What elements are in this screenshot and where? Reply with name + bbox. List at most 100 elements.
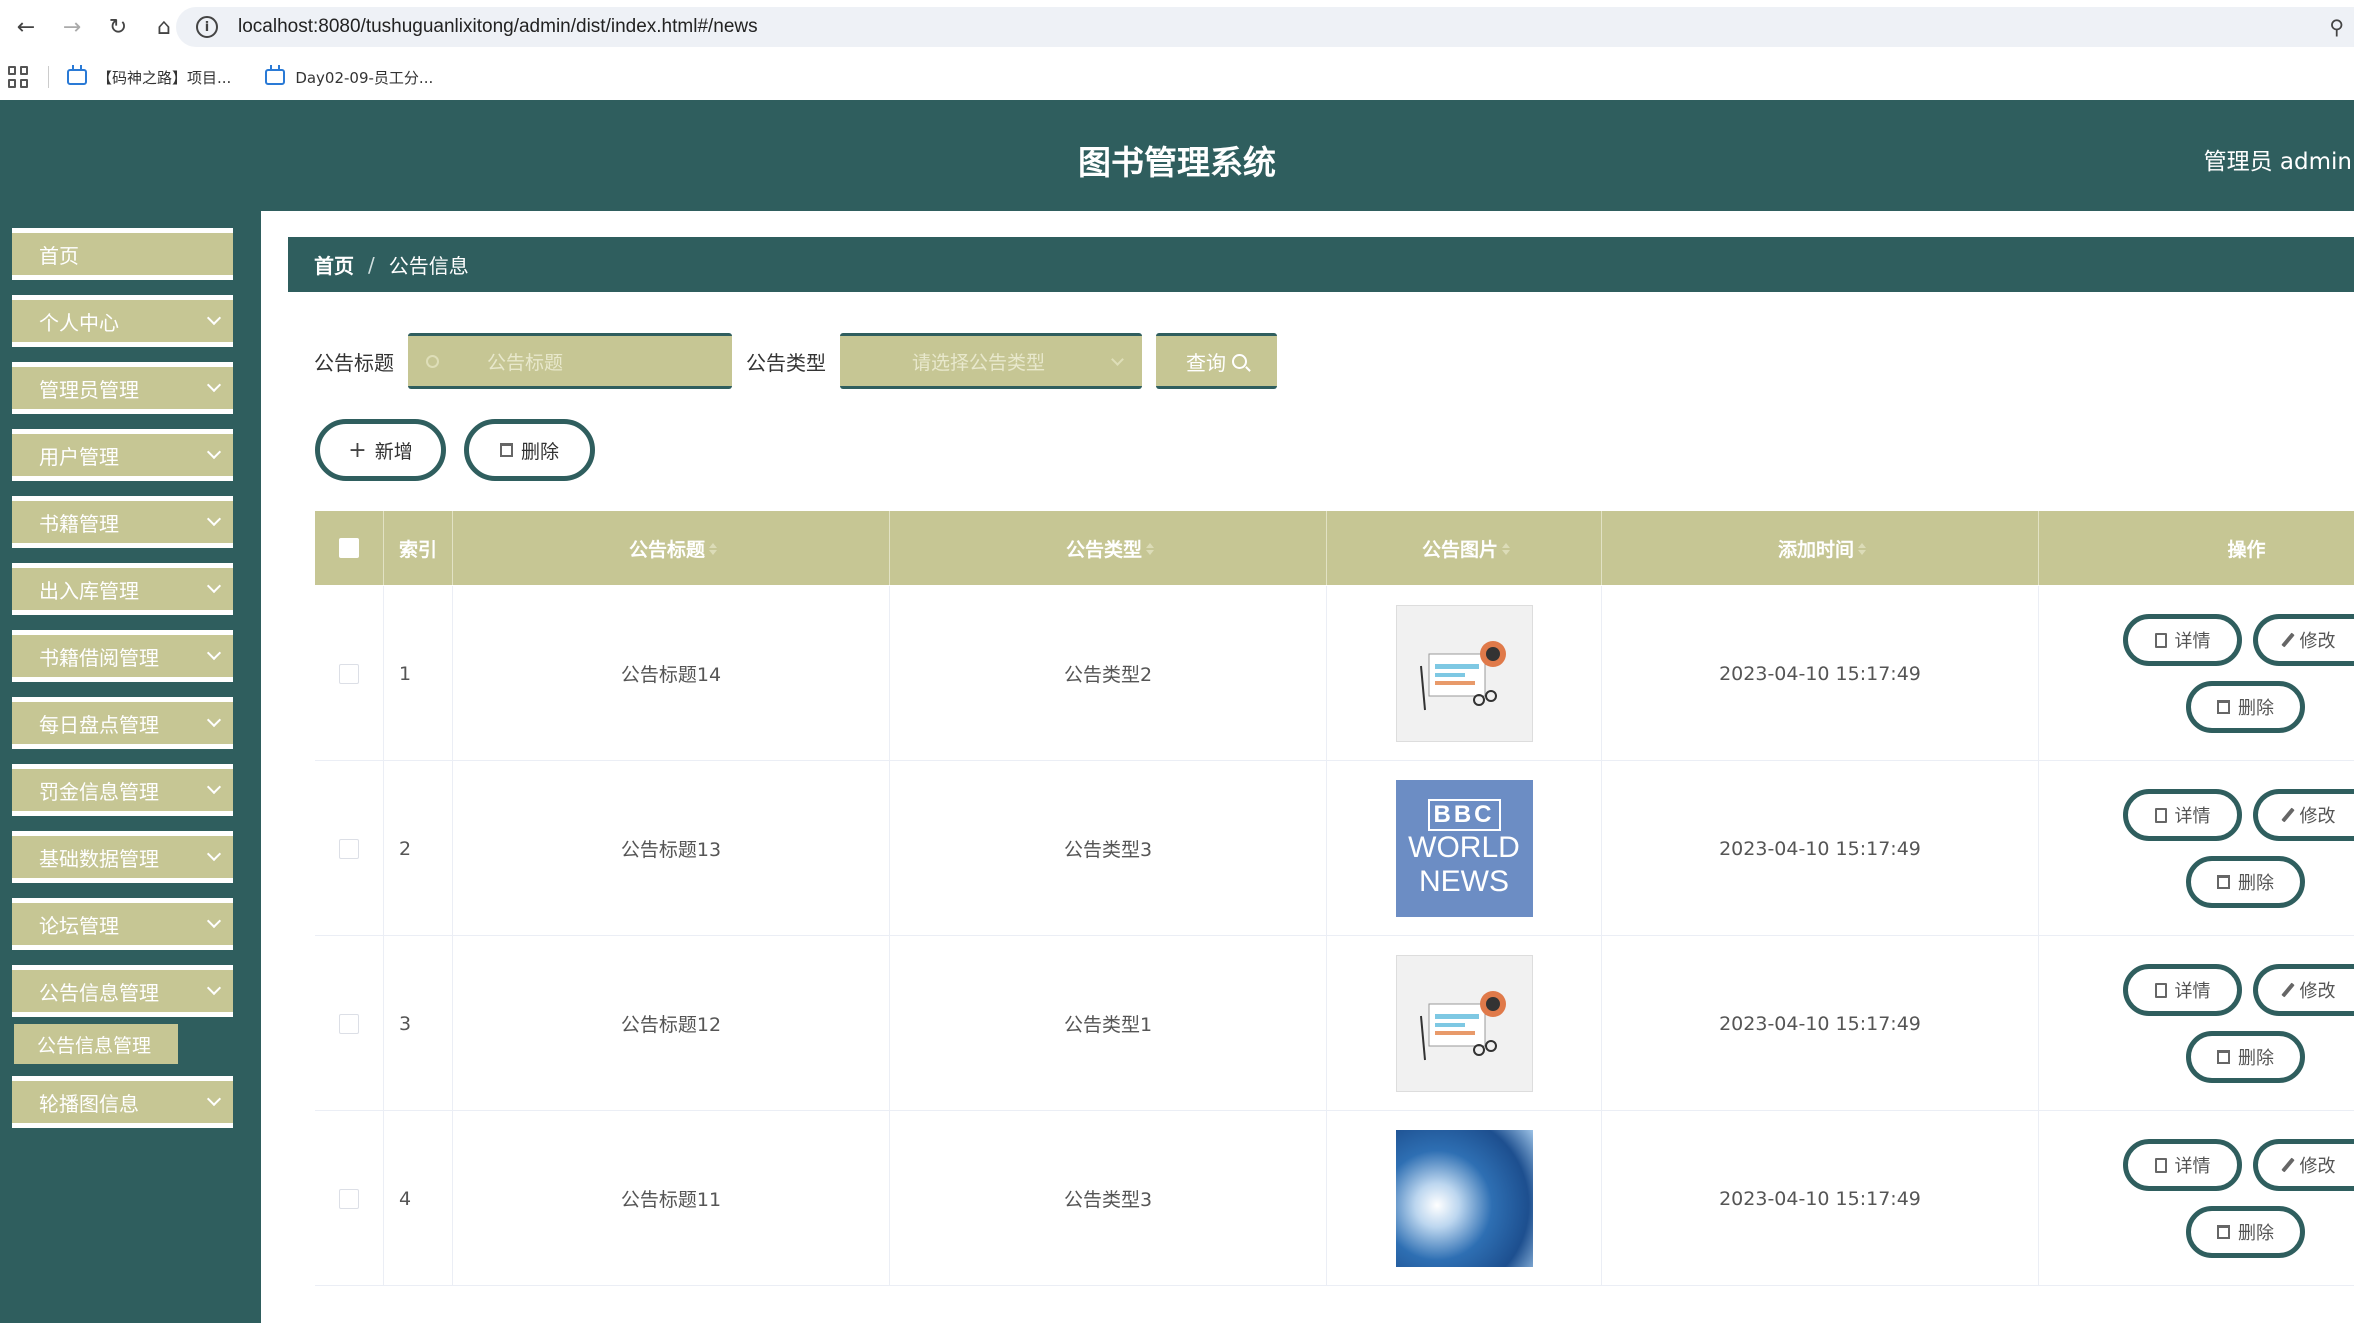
index-value: 2 <box>399 837 412 860</box>
notice-image[interactable]: BBC WORLD NEWS <box>1395 780 1533 917</box>
title-input-placeholder: 公告标题 <box>487 351 564 374</box>
time-cell: 2023-04-10 15:17:49 <box>1602 586 2039 761</box>
app-header: 图书管理系统 管理员 admin <box>0 100 2354 211</box>
detail-button[interactable]: 详情 <box>2123 789 2242 841</box>
chevron-down-icon <box>206 444 222 460</box>
detail-button[interactable]: 详情 <box>2123 1139 2242 1191</box>
query-button[interactable]: 查询 <box>1156 333 1277 389</box>
notice-image[interactable] <box>1395 955 1533 1092</box>
type-cell: 公告类型1 <box>890 936 1327 1111</box>
title-value: 公告标题12 <box>620 1014 722 1036</box>
time-value: 2023-04-10 15:17:49 <box>1719 662 1921 685</box>
sidebar-item-label: 每日盘点管理 <box>39 712 159 737</box>
type-cell: 公告类型3 <box>890 761 1327 936</box>
sidebar-item-borrow-management[interactable]: 书籍借阅管理 <box>12 630 233 682</box>
row-delete-button[interactable]: 删除 <box>2186 856 2305 908</box>
row-checkbox[interactable] <box>339 1013 359 1034</box>
bilibili-icon <box>265 65 286 85</box>
apps-grid-icon[interactable] <box>8 66 30 88</box>
back-icon[interactable]: ← <box>6 7 46 47</box>
notice-image[interactable] <box>1395 605 1533 742</box>
edit-button[interactable]: 修改 <box>2253 1139 2354 1191</box>
add-button[interactable]: + 新增 <box>315 419 446 481</box>
bookmark-item[interactable]: 【码神之路】项目... <box>67 65 231 88</box>
table-header: 索引 公告标题 公告类型 公告图片 添加时间 操作 <box>315 511 2354 585</box>
newspaper-icon <box>1419 991 1506 1061</box>
delete-button-label: 删除 <box>2238 698 2274 719</box>
site-info-icon[interactable]: i <box>196 16 218 38</box>
query-button-label: 查询 <box>1186 350 1226 375</box>
column-header-type[interactable]: 公告类型 <box>890 511 1327 585</box>
row-delete-button[interactable]: 删除 <box>2186 681 2305 733</box>
document-icon <box>2154 982 2167 998</box>
sidebar-item-home[interactable]: 首页 <box>12 228 233 280</box>
row-checkbox[interactable] <box>339 838 359 859</box>
sidebar-item-user-management[interactable]: 用户管理 <box>12 429 233 481</box>
row-checkbox[interactable] <box>339 1188 359 1209</box>
row-checkbox[interactable] <box>339 663 359 684</box>
notice-image[interactable] <box>1395 1130 1533 1267</box>
sidebar-item-forum-management[interactable]: 论坛管理 <box>12 898 233 950</box>
sidebar-item-carousel[interactable]: 轮播图信息 <box>12 1076 233 1128</box>
sidebar-item-admin-management[interactable]: 管理员管理 <box>12 362 233 414</box>
bbc-logo-text: BBC <box>1427 798 1501 831</box>
bookmark-item[interactable]: Day02-09-员工分... <box>265 65 434 88</box>
detail-button-label: 详情 <box>2174 1156 2211 1177</box>
user-label[interactable]: 管理员 admin <box>2204 142 2352 176</box>
bookmarks-divider <box>48 66 49 88</box>
pencil-icon <box>2280 632 2295 648</box>
sidebar-item-daily-inventory[interactable]: 每日盘点管理 <box>12 697 233 749</box>
row-delete-button[interactable]: 删除 <box>2186 1031 2305 1083</box>
submenu-item-notice[interactable]: 公告信息管理 <box>14 1024 178 1064</box>
chevron-down-icon <box>206 1091 222 1107</box>
bookmark-label: Day02-09-员工分... <box>295 68 434 87</box>
detail-button[interactable]: 详情 <box>2123 614 2242 666</box>
row-delete-button[interactable]: 删除 <box>2186 1206 2305 1258</box>
trash-icon <box>499 443 513 457</box>
title-cell: 公告标题13 <box>453 761 890 936</box>
sidebar-item-label: 书籍借阅管理 <box>39 645 159 670</box>
sidebar-item-personal-center[interactable]: 个人中心 <box>12 295 233 347</box>
edit-button[interactable]: 修改 <box>2253 789 2354 841</box>
sidebar-item-stock-management[interactable]: 出入库管理 <box>12 563 233 615</box>
address-bar[interactable]: i localhost:8080/tushuguanlixitong/admin… <box>176 7 2354 47</box>
chevron-down-icon <box>206 846 222 862</box>
breadcrumb-current: 公告信息 <box>388 254 469 278</box>
column-header-time[interactable]: 添加时间 <box>1602 511 2039 585</box>
sidebar-item-label: 管理员管理 <box>39 377 139 402</box>
title-value: 公告标题13 <box>620 839 722 861</box>
sidebar-item-label: 罚金信息管理 <box>39 779 159 804</box>
pencil-icon <box>2280 982 2295 998</box>
type-select[interactable]: 请选择公告类型 <box>840 333 1142 389</box>
column-header-title[interactable]: 公告标题 <box>453 511 890 585</box>
actions-cell <box>2039 761 2354 936</box>
title-search-input[interactable]: 公告标题 <box>408 333 732 389</box>
edit-button[interactable]: 修改 <box>2253 964 2354 1016</box>
type-value: 公告类型2 <box>1063 664 1153 686</box>
batch-delete-button[interactable]: 删除 <box>464 419 595 481</box>
trash-icon <box>2217 875 2230 889</box>
breadcrumb-home[interactable]: 首页 <box>314 250 354 279</box>
sidebar-item-notice-management[interactable]: 公告信息管理 <box>12 965 233 1017</box>
trash-icon <box>2217 700 2230 714</box>
select-all-cell <box>315 511 384 585</box>
forward-icon[interactable]: → <box>52 7 92 47</box>
chevron-down-icon <box>206 980 222 996</box>
time-value: 2023-04-10 15:17:49 <box>1719 1012 1921 1035</box>
sidebar-item-label: 论坛管理 <box>39 913 119 938</box>
breadcrumb: 首页 / 公告信息 <box>288 237 2354 292</box>
url-text[interactable]: localhost:8080/tushuguanlixitong/admin/d… <box>238 16 758 38</box>
title-value: 公告标题14 <box>620 664 722 686</box>
sidebar: 首页 个人中心 管理员管理 用户管理 书籍管理 出入库管理 书籍借阅管理 每日盘… <box>0 211 261 1323</box>
detail-button[interactable]: 详情 <box>2123 964 2242 1016</box>
sidebar-item-book-management[interactable]: 书籍管理 <box>12 496 233 548</box>
sidebar-item-fine-management[interactable]: 罚金信息管理 <box>12 764 233 816</box>
column-header-image[interactable]: 公告图片 <box>1327 511 1602 585</box>
password-key-icon[interactable]: ⚲ <box>2329 15 2344 39</box>
row-select-cell <box>315 936 384 1111</box>
select-all-checkbox[interactable] <box>339 538 359 558</box>
sidebar-item-basic-data[interactable]: 基础数据管理 <box>12 831 233 883</box>
sidebar-item-label: 书籍管理 <box>39 511 119 536</box>
reload-icon[interactable]: ↻ <box>98 7 138 47</box>
edit-button[interactable]: 修改 <box>2253 614 2354 666</box>
